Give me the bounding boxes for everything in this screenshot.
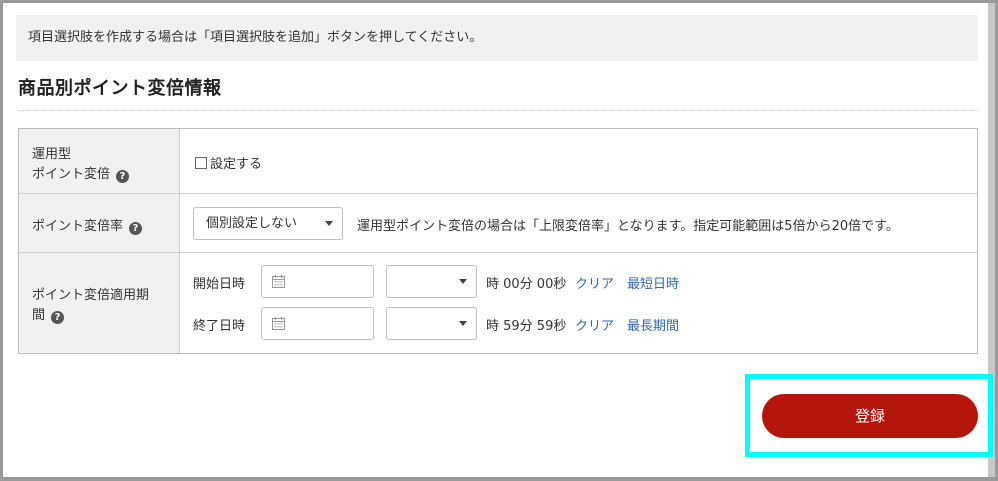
- calendar-icon: [272, 317, 285, 330]
- row-operation-type-value: 設定する: [181, 129, 977, 193]
- row-point-rate: ポイント変倍率? 個別設定しない 運用型ポイント変倍の場合は「上限変倍率」となり…: [19, 194, 977, 253]
- checkbox-label: 設定する: [210, 157, 263, 172]
- label-line2: 間?: [32, 304, 65, 324]
- start-shortest-link[interactable]: 最短日時: [627, 273, 679, 292]
- row-period-value: 開始日時 時 00分 00秒 クリア 最短日時 終了日時 時 59分 59秒 ク…: [181, 253, 977, 353]
- info-message: 項目選択肢を作成する場合は「項目選択肢を追加」ボタンを押してください。: [16, 15, 978, 61]
- row-operation-type: 運用型 ポイント変倍? 設定する: [19, 129, 977, 194]
- checkbox-box[interactable]: [195, 156, 207, 169]
- section-title: 商品別ポイント変倍情報: [18, 78, 222, 99]
- point-rate-note: 運用型ポイント変倍の場合は「上限変倍率」となります。指定可能範囲は5倍から20倍…: [357, 219, 899, 234]
- help-icon[interactable]: ?: [129, 222, 143, 235]
- select-value: 個別設定しない: [206, 216, 298, 231]
- row-point-rate-label: ポイント変倍率?: [19, 194, 180, 252]
- end-date-input[interactable]: [261, 307, 374, 340]
- help-icon[interactable]: ?: [116, 170, 130, 183]
- row-point-rate-value: 個別設定しない 運用型ポイント変倍の場合は「上限変倍率」となります。指定可能範囲…: [181, 194, 977, 252]
- chevron-down-icon: [459, 321, 467, 326]
- label-line1: ポイント変倍適用期: [32, 288, 150, 303]
- row-operation-type-label: 運用型 ポイント変倍?: [19, 129, 180, 193]
- start-label: 開始日時: [193, 277, 246, 292]
- end-hour-select[interactable]: [386, 307, 477, 340]
- chevron-down-icon: [459, 279, 467, 284]
- end-label: 終了日時: [193, 319, 246, 334]
- calendar-icon: [272, 275, 285, 288]
- end-time-suffix: 時 59分 59秒: [486, 319, 567, 334]
- help-icon[interactable]: ?: [51, 311, 65, 324]
- label-line1: 運用型: [32, 147, 72, 162]
- label: ポイント変倍率?: [32, 215, 143, 235]
- label-line2-text: 間: [32, 308, 46, 323]
- label-text: ポイント変倍率: [32, 219, 124, 234]
- row-period-label: ポイント変倍適用期 間?: [19, 253, 180, 353]
- row-period: ポイント変倍適用期 間? 開始日時 時 00分 00秒 クリア 最短日時 終了日…: [19, 253, 977, 353]
- start-hour-select[interactable]: [386, 265, 477, 298]
- divider: [18, 110, 978, 111]
- operation-type-checkbox[interactable]: 設定する: [195, 153, 262, 172]
- point-rate-select[interactable]: 個別設定しない: [193, 207, 343, 240]
- start-clear-link[interactable]: クリア: [575, 273, 614, 292]
- label-line2: ポイント変倍?: [32, 163, 130, 183]
- chevron-down-icon: [325, 221, 333, 226]
- end-clear-link[interactable]: クリア: [575, 315, 614, 334]
- start-date-input[interactable]: [261, 265, 374, 298]
- point-settings-form: 運用型 ポイント変倍? 設定する ポイント変倍率? 個別設定しない 運用型ポイン…: [18, 128, 978, 354]
- start-time-suffix: 時 00分 00秒: [486, 277, 567, 292]
- submit-button[interactable]: 登録: [762, 394, 978, 438]
- end-longest-link[interactable]: 最長期間: [627, 315, 679, 334]
- label-line2-text: ポイント変倍: [32, 167, 111, 182]
